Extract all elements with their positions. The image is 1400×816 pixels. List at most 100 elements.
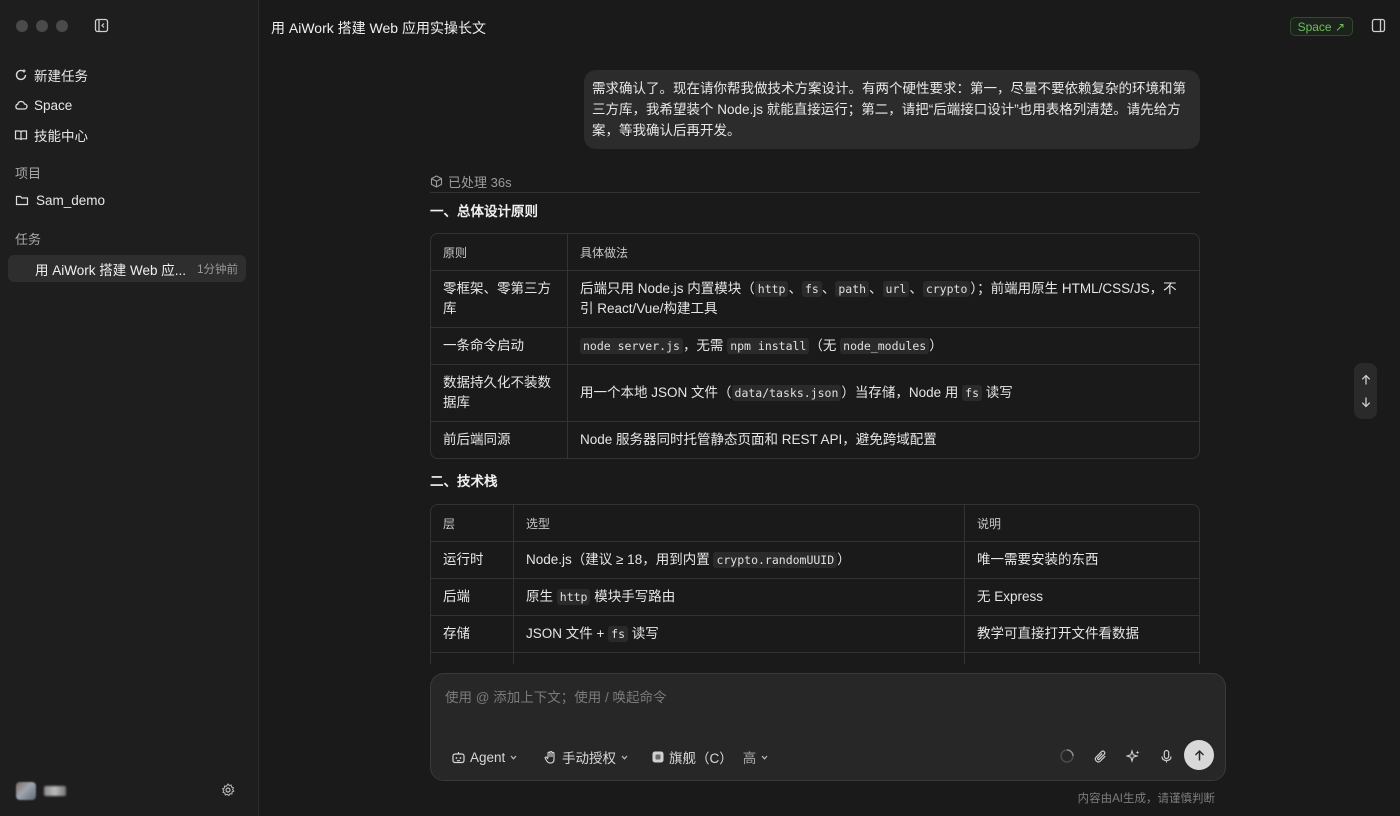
table-cell: JSON 文件 + fs 读写 <box>513 616 964 653</box>
message-composer: Agent 手动授权 旗舰（C） 高 <box>430 673 1226 781</box>
cube-icon <box>430 175 443 188</box>
avatar[interactable] <box>16 782 36 800</box>
hand-icon <box>544 750 555 764</box>
chat-thread[interactable]: 需求确认了。现在请你帮我做技术方案设计。有两个硬性要求：第一，尽量不要依赖复杂的… <box>260 52 1400 664</box>
arrow-up-icon[interactable] <box>1360 374 1372 386</box>
sidebar-nav: 新建任务 Space 技能中心 <box>14 60 244 150</box>
sidebar-item-project[interactable]: Sam_demo <box>15 190 105 210</box>
sidebar-item-label: Space <box>34 97 73 113</box>
loading-spinner-icon <box>1057 746 1077 766</box>
attachment-icon[interactable] <box>1090 746 1110 766</box>
minimize-window-button[interactable] <box>36 20 48 32</box>
user-message: 需求确认了。现在请你帮我做技术方案设计。有两个硬性要求：第一，尽量不要依赖复杂的… <box>584 70 1200 149</box>
table-header: 说明 <box>964 505 1199 542</box>
table-header: 原则 <box>431 234 567 271</box>
table-cell: 后端 <box>431 579 513 616</box>
table-cell: 用一个本地 JSON 文件（ data/tasks.json ）当存储，Node 用… <box>567 365 1199 422</box>
model-icon <box>652 751 664 763</box>
table-row: 存储 JSON 文件 + fs 读写 教学可直接打开文件看数据 <box>431 616 1199 653</box>
table-cell: 运行时 <box>431 542 513 579</box>
send-button[interactable] <box>1184 740 1214 770</box>
task-time: 1分钟前 <box>197 263 238 276</box>
table-cell <box>513 653 964 664</box>
section-heading: 一、总体设计原则 <box>430 204 538 219</box>
collapse-sidebar-icon[interactable] <box>94 18 109 33</box>
agent-icon <box>452 751 465 763</box>
chevron-down-icon <box>761 755 768 760</box>
table-cell: 后端只用 Node.js 内置模块（ http、 fs、 path、 url、 crypt… <box>567 271 1199 328</box>
arrow-down-icon[interactable] <box>1360 396 1372 408</box>
table-cell: 唯一需要安装的东西 <box>964 542 1199 579</box>
panel-toggle-icon[interactable] <box>1371 18 1386 36</box>
window-controls <box>16 20 68 32</box>
table-header: 具体做法 <box>567 234 1199 271</box>
divider <box>430 192 1200 193</box>
sidebar-item-task[interactable]: 用 AiWork 搭建 Web 应... 1分钟前 <box>8 255 246 282</box>
project-name: Sam_demo <box>36 192 106 208</box>
table-cell: 一条命令启动 <box>431 328 567 365</box>
main-panel: 用 AiWork 搭建 Web 应用实操长文 Space ↗ 需求确认了。现在请… <box>260 0 1400 816</box>
table-row: 零框架、零第三方库 后端只用 Node.js 内置模块（ http、 fs、 path… <box>431 271 1199 328</box>
design-principles-table: 原则 具体做法 零框架、零第三方库 后端只用 Node.js 内置模块（ http… <box>430 233 1200 459</box>
table-cell: 零框架、零第三方库 <box>431 271 567 328</box>
table-cell: Node 服务器同时托管静态页面和 REST API，避免跨域配置 <box>567 422 1199 458</box>
sidebar-item-new-task[interactable]: 新建任务 <box>14 60 244 90</box>
topbar: 用 AiWork 搭建 Web 应用实操长文 Space ↗ <box>260 0 1400 52</box>
space-button[interactable]: Space ↗ <box>1289 17 1353 36</box>
model-label: 旗舰（C） <box>669 751 733 766</box>
folder-icon <box>15 195 29 206</box>
close-window-button[interactable] <box>16 20 28 32</box>
projects-heading: 项目 <box>15 166 42 181</box>
sidebar-item-space[interactable]: Space <box>14 90 244 120</box>
table-header-row: 层 选型 说明 <box>431 505 1199 542</box>
table-cell: Node.js（建议 ≥ 18，用到内置 crypto.randomUUID） <box>513 542 964 579</box>
processed-status[interactable]: 已处理 36s <box>430 172 512 191</box>
microphone-icon[interactable] <box>1156 746 1176 766</box>
chevron-down-icon <box>621 755 628 760</box>
table-cell: 教学可直接打开文件看数据 <box>964 616 1199 653</box>
table-row <box>431 653 1199 664</box>
table-cell <box>964 653 1199 664</box>
table-cell: 无 Express <box>964 579 1199 616</box>
sidebar-item-skills[interactable]: 技能中心 <box>14 120 244 150</box>
table-header-row: 原则 具体做法 <box>431 234 1199 271</box>
user-name <box>44 786 66 796</box>
task-title: 用 AiWork 搭建 Web 应... <box>35 262 187 278</box>
section-heading: 二、技术栈 <box>430 474 498 489</box>
table-cell: node server.js ，无需 npm install （无 node_mod… <box>567 328 1199 365</box>
gear-icon[interactable] <box>221 783 235 800</box>
new-task-icon <box>15 69 27 81</box>
sparkle-icon[interactable] <box>1123 746 1143 766</box>
table-cell: 原生 http 模块手写路由 <box>513 579 964 616</box>
maximize-window-button[interactable] <box>56 20 68 32</box>
chevron-down-icon <box>510 755 517 760</box>
model-dropdown[interactable]: 旗舰（C） 高 <box>651 747 769 767</box>
cloud-icon <box>15 100 28 110</box>
sidebar-item-label: 技能中心 <box>34 129 88 144</box>
table-row: 运行时 Node.js（建议 ≥ 18，用到内置 crypto.randomUU… <box>431 542 1199 579</box>
table-row: 前后端同源 Node 服务器同时托管静态页面和 REST API，避免跨域配置 <box>431 422 1199 458</box>
reasoning-level: 高 <box>742 751 757 766</box>
arrow-up-icon <box>1194 749 1204 760</box>
agent-mode-dropdown[interactable]: Agent <box>451 747 518 767</box>
sidebar: 新建任务 Space 技能中心 项目 Sam_demo 任务 用 AiWork … <box>0 0 259 816</box>
table-cell: 前后端同源 <box>443 432 511 447</box>
table-cell: 数据持久化不装数据库 <box>431 365 567 422</box>
space-button-label: Space ↗ <box>1297 19 1345 34</box>
table-row: 后端 原生 http 模块手写路由 无 Express <box>431 579 1199 616</box>
auth-label: 手动授权 <box>562 751 616 766</box>
authorization-dropdown[interactable]: 手动授权 <box>543 747 629 767</box>
table-row: 数据持久化不装数据库 用一个本地 JSON 文件（ data/tasks.json… <box>431 365 1199 422</box>
table-cell <box>431 653 513 664</box>
table-header: 选型 <box>513 505 964 542</box>
book-icon <box>14 130 28 141</box>
message-input[interactable] <box>445 690 1205 705</box>
table-cell: 存储 <box>431 616 513 653</box>
scroll-controls <box>1354 363 1377 419</box>
page-title: 用 AiWork 搭建 Web 应用实操长文 <box>271 20 486 36</box>
tech-stack-table: 层 选型 说明 运行时 Node.js（建议 ≥ 18，用到内置 crypto.… <box>430 504 1200 664</box>
table-header: 层 <box>431 505 513 542</box>
sidebar-item-label: 新建任务 <box>34 69 88 84</box>
table-row: 一条命令启动 node server.js ，无需 npm install （无 n… <box>431 328 1199 365</box>
processed-label: 已处理 36s <box>448 175 512 190</box>
